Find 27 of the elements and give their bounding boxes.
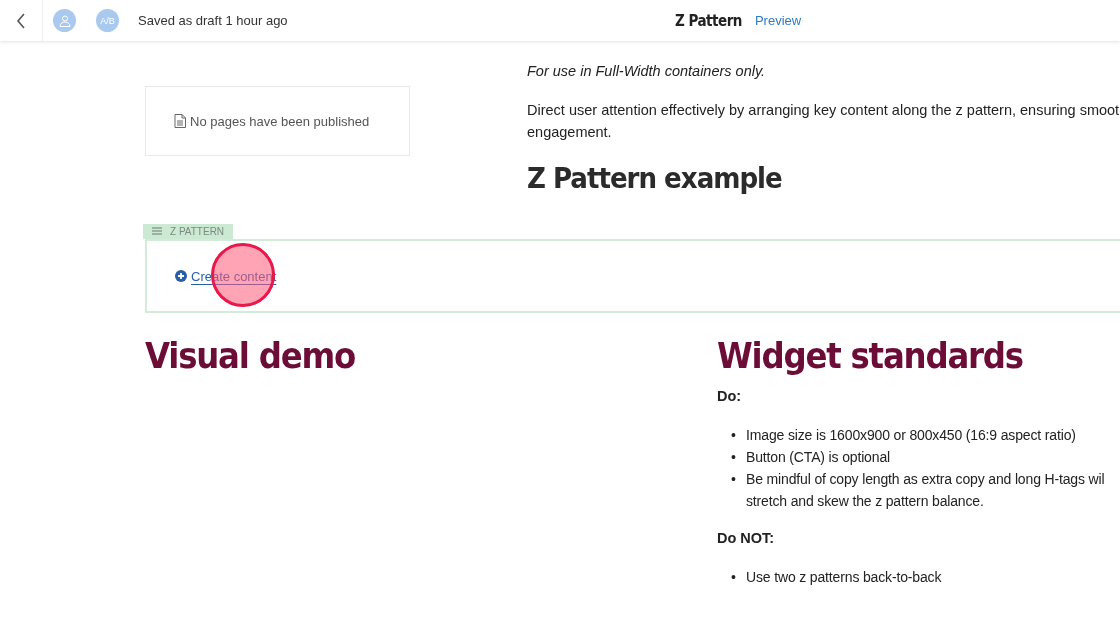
usage-note: For use in Full-Width containers only.	[527, 63, 767, 79]
rule-item: Use two z patterns back-to-back	[746, 568, 942, 587]
block-tag-label: Z PATTERN	[170, 225, 225, 237]
description-paragraph: Direct user attention effectively by arranging key content along the z pattern, ensuring smoot engagement.	[527, 101, 1120, 142]
rule-item: Button (CTA) is optional	[746, 448, 890, 467]
block-tag[interactable]: Z PATTERN	[143, 223, 234, 239]
plus-circle-icon	[175, 270, 187, 282]
preview-link[interactable]: Preview	[754, 13, 802, 28]
rule-item: Image size is 1600x900 or 800x450 (16:9 aspect ratio)	[746, 426, 1076, 445]
empty-message: No pages have been published	[190, 113, 370, 129]
document-icon	[174, 114, 186, 128]
user-avatar[interactable]	[53, 9, 76, 32]
menu-icon	[152, 227, 162, 235]
visual-demo-heading: Visual demo	[145, 335, 357, 376]
bullet-marker: •	[731, 470, 737, 489]
rule-label: Do:	[717, 388, 743, 404]
page-title: Z Pattern	[675, 11, 742, 30]
widget-standards-heading: Widget standards	[717, 335, 1024, 376]
bullet-marker: •	[731, 448, 737, 467]
rule-item: Be mindful of copy length as extra copy and long H-tags wil stretch and skew the z pattern balance.	[746, 470, 1105, 511]
section-heading: Z Pattern example	[527, 161, 783, 195]
bullet-marker: •	[731, 426, 737, 445]
bullet-marker: •	[731, 568, 737, 587]
save-status: Saved as draft 1 hour ago	[138, 13, 288, 28]
person-icon	[58, 14, 71, 27]
rule-label: Do NOT:	[717, 530, 776, 546]
back-icon	[16, 12, 26, 29]
